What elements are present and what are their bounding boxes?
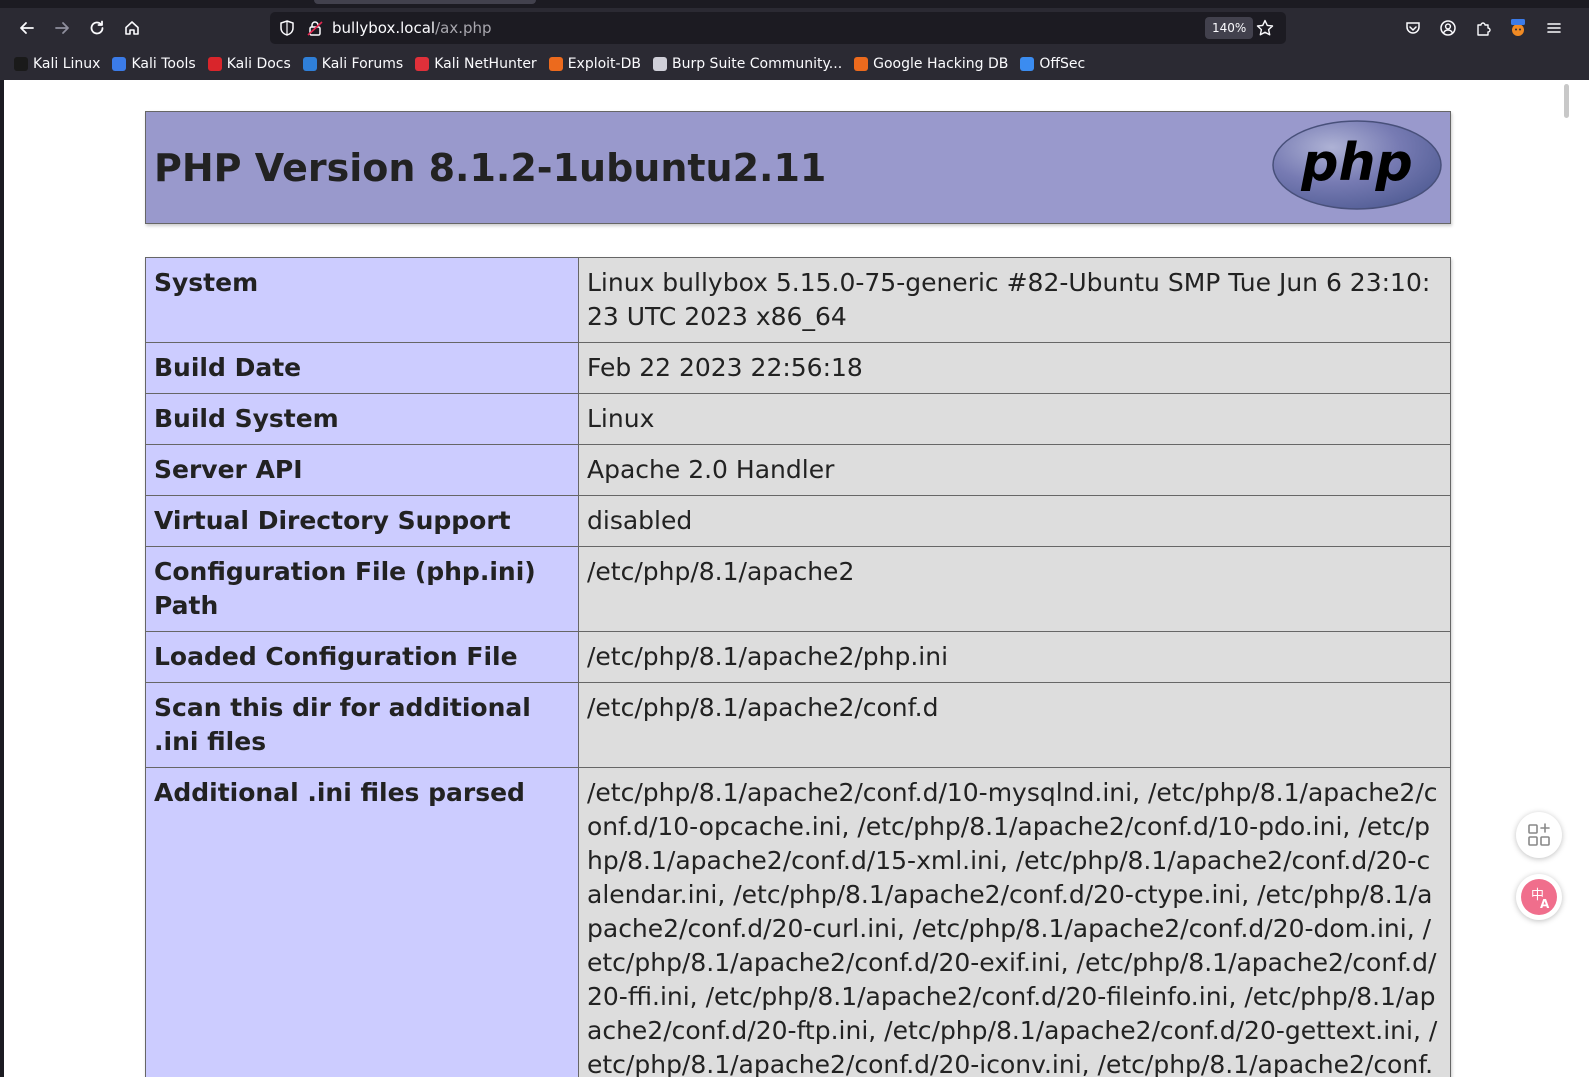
translate-icon: 中 A	[1521, 879, 1557, 915]
shield-icon[interactable]	[278, 19, 296, 37]
arrow-right-icon	[55, 22, 69, 34]
bookmark-item[interactable]: Kali Linux	[14, 56, 100, 72]
row-value: /etc/php/8.1/apache2/conf.d	[578, 682, 1451, 768]
exploit-db-icon	[548, 57, 563, 71]
bookmark-label: Google Hacking DB	[873, 56, 1009, 72]
row-key: Build System	[145, 393, 579, 445]
bookmark-label: Kali Linux	[33, 56, 101, 72]
row-key: Configuration File (php.ini) Path	[145, 546, 579, 632]
bookmark-label: Exploit-DB	[567, 56, 641, 72]
row-value: Apache 2.0 Handler	[578, 444, 1451, 496]
table-row: Build System Linux	[145, 393, 1451, 445]
ghdb-icon	[854, 57, 869, 71]
table-row: Build Date Feb 22 2023 22:56:18	[145, 342, 1451, 394]
active-tab[interactable]	[314, 0, 536, 4]
php-version-title: PHP Version 8.1.2-1ubuntu2.11	[154, 146, 827, 190]
row-value: disabled	[578, 495, 1451, 547]
php-logo-text: php	[1300, 133, 1412, 193]
table-row: Scan this dir for additional .ini files /…	[145, 682, 1451, 768]
tab-strip	[0, 0, 1589, 8]
row-value: /etc/php/8.1/apache2/php.ini	[578, 631, 1451, 683]
home-icon	[125, 21, 139, 35]
row-key: Scan this dir for additional .ini files	[145, 682, 579, 768]
globe-icon	[652, 57, 667, 71]
scrollbar-thumb[interactable]	[1564, 84, 1569, 118]
kali-dragon-icon	[14, 57, 28, 71]
url-host: bullybox.local	[332, 19, 436, 37]
burp-fox-icon	[1511, 19, 1525, 36]
row-value: /etc/php/8.1/apache2/conf.d/10-mysqlnd.i…	[578, 767, 1451, 1077]
bookmark-item[interactable]: Kali NetHunter	[415, 56, 537, 72]
apps-float-button[interactable]	[1516, 812, 1562, 858]
bookmark-label: OffSec	[1039, 56, 1086, 72]
table-row: System Linux bullybox 5.15.0-75-generic #…	[145, 257, 1451, 343]
kali-forums-icon	[302, 57, 317, 71]
bookmark-star-icon[interactable]	[1255, 18, 1275, 38]
table-row: Additional .ini files parsed/etc/php/8.1…	[145, 767, 1451, 1077]
bookmark-label: Kali Tools	[131, 56, 196, 72]
account-icon	[1440, 20, 1456, 36]
bookmark-item[interactable]: Burp Suite Community...	[652, 56, 843, 72]
kali-docs-icon	[207, 57, 222, 71]
forward-button[interactable]	[47, 13, 77, 43]
puzzle-icon	[1477, 22, 1491, 36]
bookmark-item[interactable]: OffSec	[1020, 56, 1085, 72]
bookmark-item[interactable]: Kali Tools	[112, 56, 196, 72]
row-value: /etc/php/8.1/apache2	[578, 546, 1451, 632]
extensions-button[interactable]	[1468, 13, 1498, 43]
page-content: PHP Version 8.1.2-1ubuntu2.11 php System…	[4, 80, 1589, 1077]
row-key: Build Date	[145, 342, 579, 394]
row-value: Linux	[578, 393, 1451, 445]
zoom-indicator[interactable]: 140%	[1205, 17, 1254, 39]
arrow-left-icon	[20, 22, 34, 34]
offsec-icon	[1020, 57, 1035, 71]
reload-button[interactable]	[82, 13, 112, 43]
svg-text:A: A	[1540, 897, 1550, 911]
bookmark-label: Kali Forums	[321, 56, 404, 72]
navigation-toolbar: bullybox.local/ax.php 140%	[0, 8, 1589, 48]
translate-float-button[interactable]: 中 A	[1516, 874, 1562, 920]
php-header: PHP Version 8.1.2-1ubuntu2.11 php	[145, 111, 1451, 224]
url-path: /ax.php	[435, 19, 492, 37]
row-key: Additional .ini files parsed	[145, 767, 579, 1077]
bookmarks-toolbar: Kali Linux Kali Tools Kali Docs Kali Forums…	[0, 48, 1589, 80]
table-row: Loaded Configuration File/etc/php/8.1/ap…	[145, 631, 1451, 683]
bookmark-label: Kali NetHunter	[434, 56, 537, 72]
kali-tools-icon	[112, 57, 127, 71]
account-button[interactable]	[1433, 13, 1463, 43]
back-button[interactable]	[12, 13, 42, 43]
row-key: Server API	[145, 444, 579, 496]
grid-sparkle-icon	[1528, 823, 1550, 846]
home-button[interactable]	[117, 13, 147, 43]
hamburger-menu-icon	[1547, 23, 1561, 33]
nethunter-icon	[415, 57, 430, 71]
url-text[interactable]: bullybox.local/ax.php	[332, 12, 492, 44]
pocket-icon	[1406, 22, 1420, 34]
bookmark-item[interactable]: Kali Docs	[207, 56, 291, 72]
table-row: Server API Apache 2.0 Handler	[145, 444, 1451, 496]
pocket-button[interactable]	[1398, 13, 1428, 43]
table-row: Configuration File (php.ini) Path/etc/ph…	[145, 546, 1451, 632]
bookmark-item[interactable]: Kali Forums	[302, 56, 404, 72]
reload-icon	[90, 20, 104, 35]
row-value: Linux bullybox 5.15.0-75-generic #82-Ubu…	[578, 257, 1451, 343]
url-bar[interactable]: bullybox.local/ax.php 140%	[270, 12, 1286, 44]
row-value: Feb 22 2023 22:56:18	[578, 342, 1451, 394]
burp-extension-button[interactable]	[1503, 13, 1533, 43]
table-row: Virtual Directory Support disabled	[145, 495, 1451, 547]
bookmark-label: Burp Suite Community...	[671, 56, 843, 72]
row-key: Loaded Configuration File	[145, 631, 579, 683]
menu-button[interactable]	[1539, 13, 1569, 43]
row-key: Virtual Directory Support	[145, 495, 579, 547]
bookmark-item[interactable]: Exploit-DB	[548, 56, 641, 72]
row-key: System	[145, 257, 579, 343]
php-logo[interactable]: php	[1272, 120, 1442, 210]
bookmark-item[interactable]: Google Hacking DB	[854, 56, 1008, 72]
lock-icon[interactable]	[306, 19, 324, 37]
bookmark-label: Kali Docs	[226, 56, 291, 72]
php-info-table: System Linux bullybox 5.15.0-75-generic #…	[145, 257, 1451, 1077]
